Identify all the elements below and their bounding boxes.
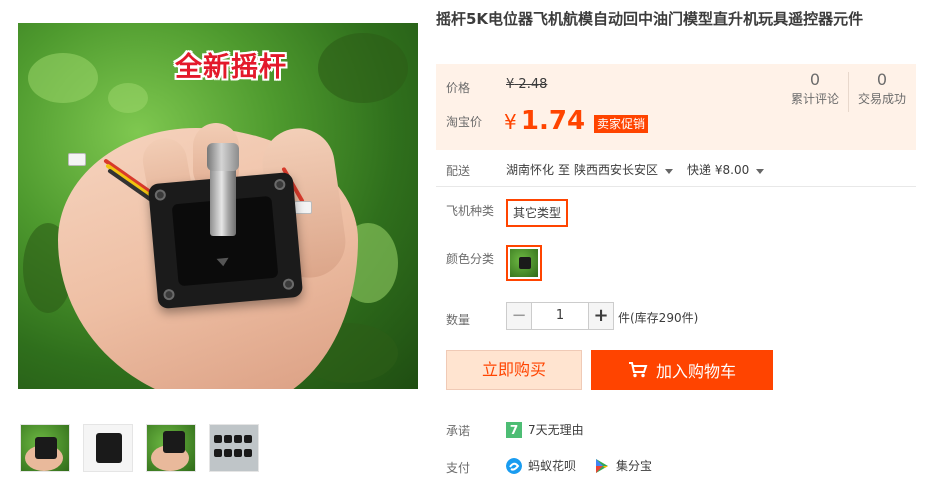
chevron-down-icon xyxy=(756,169,765,174)
thumbnail-4[interactable] xyxy=(209,424,259,472)
quantity-input[interactable]: 1 xyxy=(532,302,588,330)
shopping-cart-icon xyxy=(628,362,648,378)
huabei-icon xyxy=(506,457,522,474)
promise-item[interactable]: 7 7天无理由 xyxy=(506,421,584,438)
stock-text: 件(库存290件) xyxy=(618,311,699,325)
product-title: 摇杆5K电位器飞机航模自动回中油门模型直升机玩具遥控器元件 xyxy=(436,10,864,28)
thumbnail-3[interactable] xyxy=(146,424,196,472)
promo-tag: 卖家促销 xyxy=(594,115,649,133)
jifenbao-icon xyxy=(596,458,609,473)
shipping-row: 湖南怀化 至 陕西西安长安区 快递 ¥8.00 xyxy=(506,161,765,178)
quantity-label: 数量 xyxy=(446,313,471,327)
promise-text: 7天无理由 xyxy=(528,423,584,437)
price-panel: 价格 ¥ 2.48 淘宝价 ¥ 1.74 卖家促销 0 累计评论 0 交易成功 xyxy=(436,64,916,150)
sku-color-option[interactable] xyxy=(506,245,542,281)
ship-from: 湖南怀化 xyxy=(506,163,555,177)
review-count-label: 累计评论 xyxy=(790,92,839,106)
thumbnail-1[interactable] xyxy=(20,424,70,472)
sales-count-stat[interactable]: 0 交易成功 xyxy=(849,70,915,108)
price-label: 价格 xyxy=(446,81,471,95)
sku-type-label: 飞机种类 xyxy=(446,204,495,218)
sales-count: 0 xyxy=(876,70,888,89)
sku-color-label: 颜色分类 xyxy=(446,252,495,266)
thumbnail-strip xyxy=(20,424,259,472)
ship-to-word: 至 xyxy=(558,163,571,177)
promise-label: 承诺 xyxy=(446,424,471,438)
payment-methods: 蚂蚁花呗 集分宝 xyxy=(506,457,652,474)
quantity-decrease-button[interactable]: − xyxy=(506,302,532,330)
seven-day-return-icon: 7 xyxy=(506,421,522,438)
promo-price: ¥ 1.74 xyxy=(504,106,586,136)
shipping-label: 配送 xyxy=(446,164,471,178)
quantity-stepper: − 1 + xyxy=(506,302,614,330)
color-swatch-image xyxy=(510,249,538,277)
sales-count-label: 交易成功 xyxy=(857,92,906,106)
payment-huabei[interactable]: 蚂蚁花呗 xyxy=(528,457,576,474)
add-to-cart-button[interactable]: 加入购物车 xyxy=(591,350,773,390)
image-overlay-text: 全新摇杆 xyxy=(175,52,287,83)
section-divider xyxy=(436,186,916,187)
payment-label: 支付 xyxy=(446,461,471,475)
review-count-stat[interactable]: 0 累计评论 xyxy=(782,70,848,108)
main-product-image[interactable]: 全新摇杆 xyxy=(18,23,418,389)
sku-type-option[interactable]: 其它类型 xyxy=(506,199,569,227)
chevron-down-icon xyxy=(665,169,674,174)
quantity-increase-button[interactable]: + xyxy=(588,302,614,330)
review-count: 0 xyxy=(809,70,821,89)
ship-destination-select[interactable]: 陕西西安长安区 xyxy=(574,161,674,178)
thumbnail-2[interactable] xyxy=(83,424,133,472)
add-to-cart-label: 加入购物车 xyxy=(655,362,736,381)
original-price: ¥ 2.48 xyxy=(506,77,548,92)
promo-price-label: 淘宝价 xyxy=(446,115,483,129)
ship-method-select[interactable]: 快递 ¥8.00 xyxy=(687,161,765,178)
payment-jifenbao[interactable]: 集分宝 xyxy=(616,457,652,474)
buy-now-button[interactable]: 立即购买 xyxy=(446,350,582,390)
